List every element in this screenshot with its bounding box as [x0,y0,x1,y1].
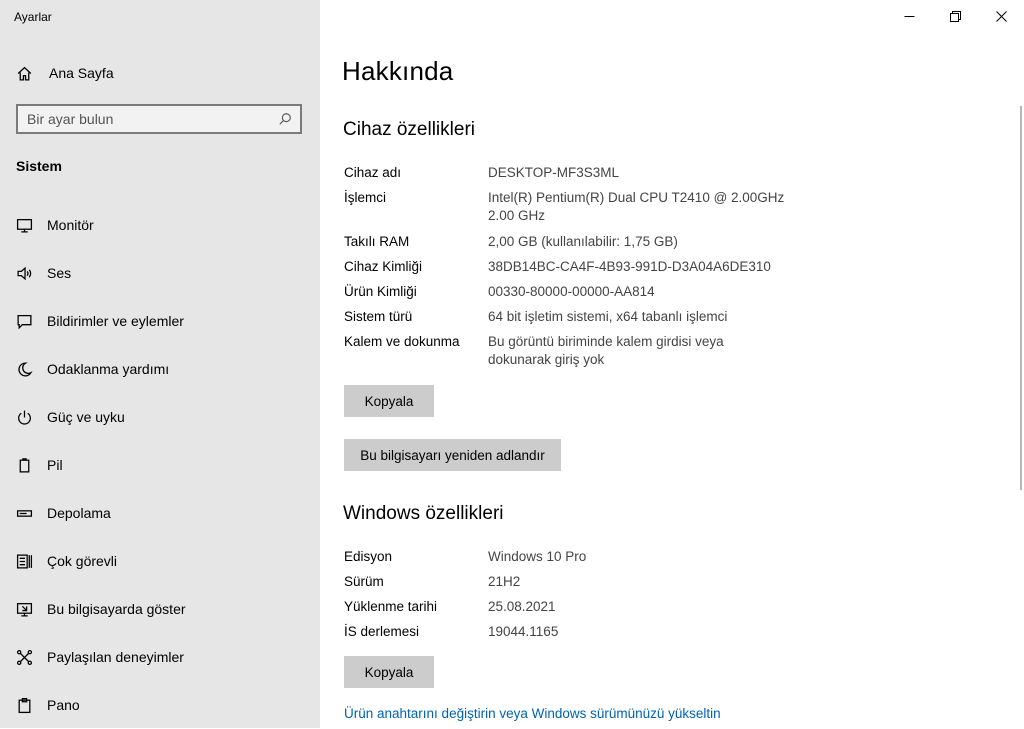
sidebar-item-multitasking[interactable]: Çok görevli [0,537,320,585]
clipboard-icon [18,697,31,713]
home-icon [17,66,32,81]
prop-value: Bu görüntü biriminde kalem girdisi veya … [488,334,724,367]
power-icon [18,410,31,425]
prop-value: 00330-80000-00000-AA814 [488,284,655,299]
prop-key: Edisyon [344,549,393,564]
prop-key: Cihaz adı [344,165,402,180]
sidebar-item-shared-experiences[interactable]: Paylaşılan deneyimler [0,633,320,681]
sidebar-item-battery[interactable]: Pil [0,441,320,489]
sidebar-item-projecting[interactable]: Bu bilgisayarda göster [0,585,320,633]
sidebar-item-label: Çok görevli [47,553,118,569]
prop-key: Yüklenme tarihi [344,599,438,614]
main-content: Hakkında Cihaz özellikleri Cihaz adı DES… [320,0,1024,728]
sidebar-item-focus-assist[interactable]: Odaklanma yardımı [0,345,320,393]
prop-value: 25.08.2021 [488,599,556,614]
prop-key: Takılı RAM [344,234,410,249]
sidebar-item-label: Odaklanma yardımı [47,361,170,377]
sidebar-item-label: Ses [47,265,72,281]
sidebar-item-power-sleep[interactable]: Güç ve uyku [0,393,320,441]
prop-value: Intel(R) Pentium(R) Dual CPU T2410 @ 2.0… [488,190,785,223]
prop-value: DESKTOP-MF3S3ML [488,165,620,180]
search-input[interactable] [18,110,278,128]
windows-specs-heading: Windows özellikleri [343,503,504,524]
sidebar-item-notifications[interactable]: Bildirimler ve eylemler [0,297,320,345]
prop-value: 19044.1165 [488,624,559,639]
sidebar-item-label: Bildirimler ve eylemler [47,313,184,329]
scrollbar[interactable] [1020,106,1022,490]
home-label: Ana Sayfa [49,65,114,81]
storage-icon [16,509,33,517]
device-name-row: Cihaz adı DESKTOP-MF3S3ML [344,164,824,182]
prop-key: Sistem türü [344,309,413,324]
page-title: Hakkında [342,56,454,86]
monitor-icon [16,218,33,233]
pen-touch-row: Kalem ve dokunma Bu görüntü biriminde ka… [344,333,824,369]
edition-row: Edisyon Windows 10 Pro [344,548,824,566]
prop-key: İS derlemesi [344,624,420,639]
installed-ram-row: Takılı RAM 2,00 GB (kullanılabilir: 1,75… [344,233,824,251]
version-row: Sürüm 21H2 [344,573,824,591]
sidebar: Ayarlar Ana Sayfa Sistem Monitör Ses Bil… [0,0,320,728]
notification-icon [17,314,32,329]
prop-key: Cihaz Kimliği [344,259,423,274]
prop-key: Kalem ve dokunma [344,334,460,349]
home-nav-item[interactable]: Ana Sayfa [16,62,114,84]
prop-key: Sürüm [344,574,384,589]
product-id-row: Ürün Kimliği 00330-80000-00000-AA814 [344,283,824,301]
prop-value: 64 bit işletim sistemi, x64 tabanlı işle… [488,309,728,324]
sidebar-item-label: Monitör [47,217,94,233]
sidebar-nav: Monitör Ses Bildirimler ve eylemler Odak… [0,201,320,729]
sidebar-item-storage[interactable]: Depolama [0,489,320,537]
prop-value: Windows 10 Pro [488,549,587,564]
sidebar-item-sound[interactable]: Ses [0,249,320,297]
prop-key: Ürün Kimliği [344,284,417,299]
prop-value: 21H2 [488,574,521,589]
installed-on-row: Yüklenme tarihi 25.08.2021 [344,598,824,616]
sidebar-item-label: Depolama [47,505,111,521]
shared-experiences-icon [16,649,33,665]
prop-value: 2,00 GB (kullanılabilir: 1,75 GB) [488,234,678,249]
device-specs-heading: Cihaz özellikleri [343,119,475,140]
sidebar-item-label: Bu bilgisayarda göster [47,601,186,617]
sidebar-item-display[interactable]: Monitör [0,201,320,249]
rename-pc-button[interactable]: Bu bilgisayarı yeniden adlandır [344,439,561,471]
search-box[interactable] [16,104,302,134]
multitasking-icon [16,553,33,569]
search-icon[interactable] [278,112,292,126]
prop-value: 38DB14BC-CA4F-4B93-991D-D3A04A6DE310 [488,259,771,274]
sidebar-item-label: Pano [47,697,80,713]
sidebar-item-label: Pil [47,457,63,473]
processor-row: İşlemci Intel(R) Pentium(R) Dual CPU T24… [344,189,824,225]
moon-icon [18,361,33,376]
sidebar-item-clipboard[interactable]: Pano [0,681,320,729]
upgrade-windows-link[interactable]: Ürün anahtarını değiştirin veya Windows … [344,706,721,721]
sidebar-item-label: Paylaşılan deneyimler [47,649,184,665]
battery-icon [19,457,30,473]
os-build-row: İS derlemesi 19044.1165 [344,623,824,641]
speaker-icon [17,266,32,280]
system-type-row: Sistem türü 64 bit işletim sistemi, x64 … [344,308,824,326]
copy-device-specs-button[interactable]: Kopyala [344,385,434,417]
projecting-icon [16,602,33,617]
device-id-row: Cihaz Kimliği 38DB14BC-CA4F-4B93-991D-D3… [344,258,824,276]
copy-windows-specs-button[interactable]: Kopyala [344,656,434,688]
sidebar-item-label: Güç ve uyku [47,409,125,425]
prop-key: İşlemci [344,190,387,205]
app-title: Ayarlar [14,10,52,24]
section-label-system: Sistem [16,158,62,174]
